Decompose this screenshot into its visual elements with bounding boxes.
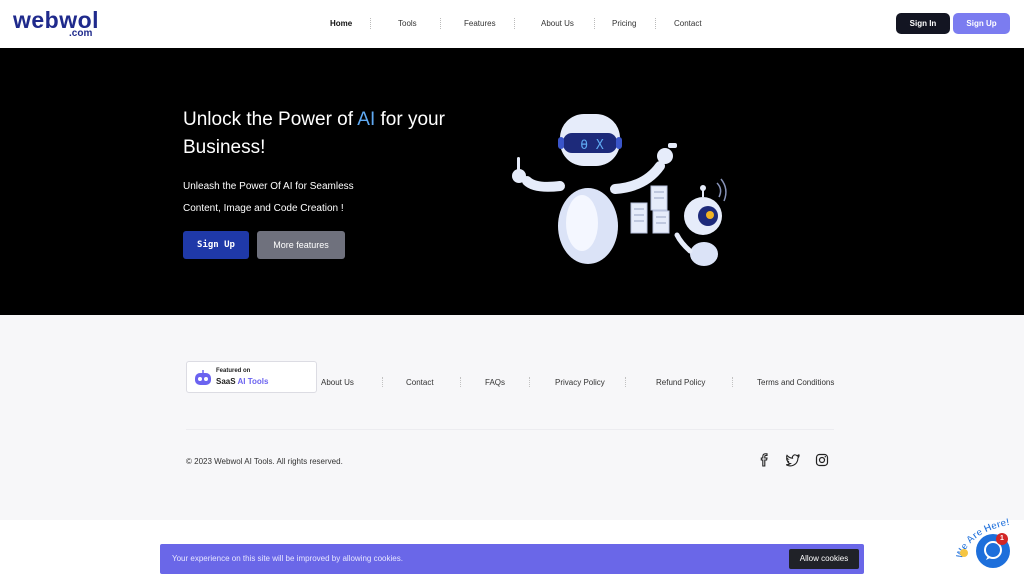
instagram-icon[interactable] xyxy=(815,453,829,467)
waving-hand-icon xyxy=(960,549,968,557)
site-footer: Featured on SaaS AI Tools About Us Conta… xyxy=(0,315,1024,520)
twitter-icon[interactable] xyxy=(786,453,800,467)
footer-divider xyxy=(529,377,530,387)
sign-up-button[interactable]: Sign Up xyxy=(953,13,1010,34)
chat-unread-badge: 1 xyxy=(996,533,1008,545)
footer-link-about[interactable]: About Us xyxy=(321,378,354,387)
footer-link-faqs[interactable]: FAQs xyxy=(485,378,505,387)
hero-subtitle-line: Content, Image and Code Creation ! xyxy=(183,203,344,214)
footer-link-privacy[interactable]: Privacy Policy xyxy=(555,378,605,387)
nav-divider xyxy=(655,18,656,29)
nav-divider xyxy=(514,18,515,29)
svg-text:θ X: θ X xyxy=(580,138,604,153)
footer-divider-line xyxy=(186,429,834,430)
hero-section: Unlock the Power of AI for your Business… xyxy=(0,48,1024,315)
nav-pricing[interactable]: Pricing xyxy=(612,19,636,28)
footer-link-contact[interactable]: Contact xyxy=(406,378,434,387)
allow-cookies-button[interactable]: Allow cookies xyxy=(789,549,859,569)
nav-divider xyxy=(594,18,595,29)
hero-sign-up-button[interactable]: Sign Up xyxy=(183,231,249,259)
nav-divider xyxy=(440,18,441,29)
robot-badge-icon xyxy=(195,370,211,385)
hero-title: Unlock the Power of AI for your Business… xyxy=(183,106,473,162)
footer-divider xyxy=(460,377,461,387)
hero-subtitle: Unleash the Power Of AI for Seamless Con… xyxy=(183,176,423,220)
robot-illustration: θ X xyxy=(512,114,727,266)
footer-link-terms[interactable]: Terms and Conditions xyxy=(757,378,834,387)
site-header: webwol .com Home Tools Features About Us… xyxy=(0,0,1024,48)
logo[interactable]: webwol .com xyxy=(13,9,99,40)
cookie-banner: Your experience on this site will be imp… xyxy=(160,544,864,574)
nav-features[interactable]: Features xyxy=(464,19,496,28)
badge-title-accent: AI Tools xyxy=(237,377,269,386)
cookie-message: Your experience on this site will be imp… xyxy=(172,554,403,563)
nav-about[interactable]: About Us xyxy=(541,19,574,28)
sign-in-button[interactable]: Sign In xyxy=(896,13,950,34)
footer-link-refund[interactable]: Refund Policy xyxy=(656,378,705,387)
saas-ai-tools-badge[interactable]: Featured on SaaS AI Tools xyxy=(186,361,317,393)
hero-title-accent: AI xyxy=(357,109,376,130)
footer-divider xyxy=(625,377,626,387)
copyright-text: © 2023 Webwol AI Tools. All rights reser… xyxy=(186,457,343,466)
logo-domain-text: .com xyxy=(69,28,93,39)
badge-title: SaaS AI Tools xyxy=(216,377,268,386)
nav-divider xyxy=(370,18,371,29)
footer-divider xyxy=(732,377,733,387)
badge-title-plain: SaaS xyxy=(216,377,238,386)
hero-subtitle-line: Unleash the Power Of AI for Seamless xyxy=(183,181,354,192)
footer-divider xyxy=(382,377,383,387)
nav-contact[interactable]: Contact xyxy=(674,19,702,28)
badge-caption: Featured on xyxy=(216,368,251,374)
logo-domain: .com xyxy=(69,28,92,39)
more-features-button[interactable]: More features xyxy=(257,231,345,259)
nav-home[interactable]: Home xyxy=(330,19,352,28)
nav-tools[interactable]: Tools xyxy=(398,19,417,28)
hero-title-start: Unlock the Power of xyxy=(183,109,358,130)
facebook-icon[interactable] xyxy=(757,453,771,467)
